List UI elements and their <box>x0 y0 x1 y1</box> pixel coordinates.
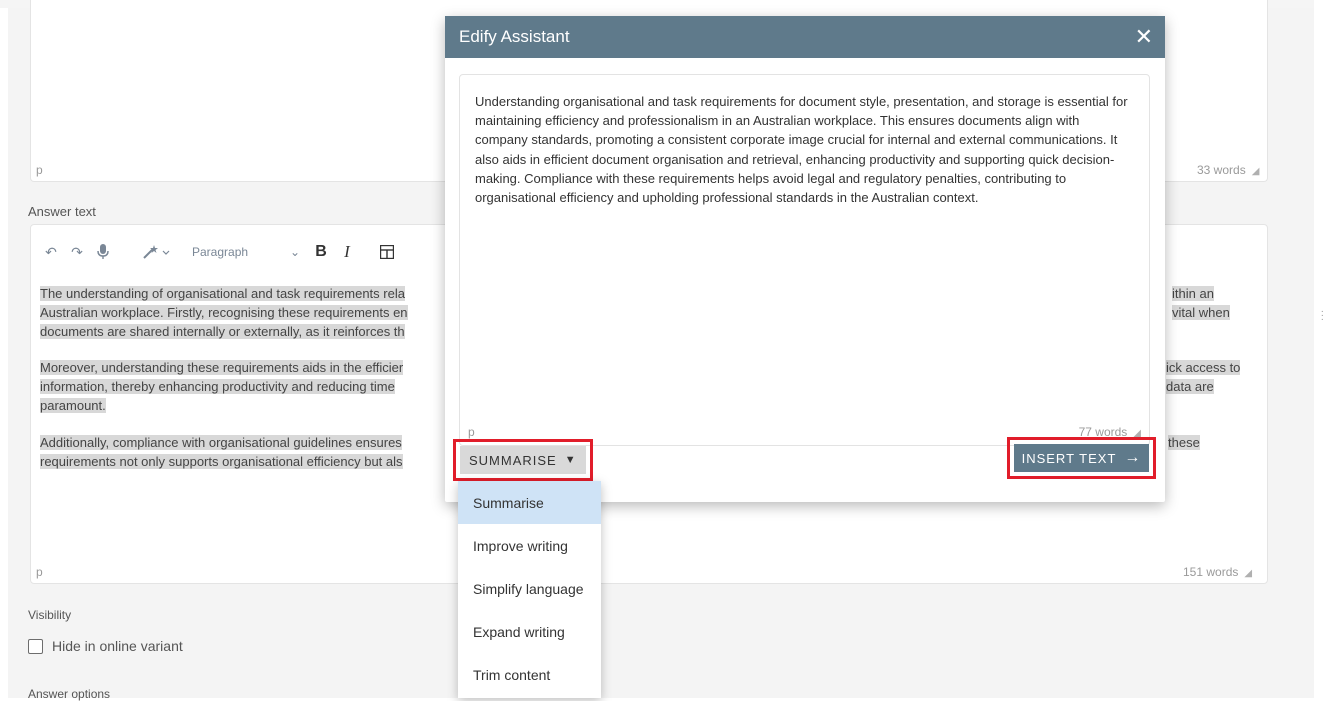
answer-editor-path: p <box>36 565 43 579</box>
italic-button[interactable]: I <box>334 238 360 266</box>
menu-item-simplify-language[interactable]: Simplify language <box>458 567 601 610</box>
question-editor-word-count: 33 words ◢ <box>1197 163 1260 177</box>
hide-online-label[interactable]: Hide in online variant <box>52 638 183 654</box>
insert-text-button[interactable]: INSERT TEXT → <box>1014 444 1149 472</box>
summarise-dropdown-button[interactable]: SUMMARISE ▼ <box>460 446 586 474</box>
answer-editor-word-count: 151 words ◢ <box>1183 565 1253 579</box>
menu-item-summarise[interactable]: Summarise <box>458 481 601 524</box>
paragraph-format-select[interactable]: Paragraph ⌄ <box>192 245 300 259</box>
answer-text-label: Answer text <box>28 204 96 219</box>
microphone-icon[interactable] <box>90 238 116 266</box>
answer-paragraph-1-tail: ithin an vital when <box>1172 286 1230 320</box>
resize-grip-icon[interactable]: ◢ <box>1252 166 1260 177</box>
assistant-text-editor[interactable]: Understanding organisational and task re… <box>459 74 1150 446</box>
assistant-text-body[interactable]: Understanding organisational and task re… <box>460 75 1149 207</box>
insert-text-highlight: INSERT TEXT → <box>1007 437 1156 479</box>
undo-icon[interactable]: ↶ <box>38 238 64 266</box>
edify-assistant-dialog: Edify Assistant ✕ Understanding organisa… <box>445 16 1165 502</box>
dialog-title: Edify Assistant <box>459 27 570 46</box>
answer-paragraph-2-tail: ick access to data are <box>1166 360 1241 394</box>
close-icon[interactable]: ✕ <box>1135 26 1153 48</box>
scrollbar[interactable]: · · · <box>1314 0 1330 698</box>
visibility-label: Visibility <box>28 608 72 622</box>
answer-toolbar: ↶ ↷ Paragraph ⌄ B I <box>30 236 400 268</box>
action-dropdown-menu: Summarise Improve writing Simplify langu… <box>458 481 601 698</box>
magic-wand-icon[interactable] <box>138 238 176 266</box>
redo-icon[interactable]: ↷ <box>64 238 90 266</box>
bold-button[interactable]: B <box>308 238 334 266</box>
menu-item-improve-writing[interactable]: Improve writing <box>458 524 601 567</box>
scroll-grip-icon[interactable]: · · · <box>1321 307 1324 325</box>
answer-options-label: Answer options <box>28 687 111 701</box>
question-editor-path: p <box>36 163 43 177</box>
answer-paragraph-3-tail: these <box>1168 435 1200 450</box>
resize-grip-icon[interactable]: ◢ <box>1244 568 1252 579</box>
summarise-highlight: SUMMARISE ▼ <box>453 439 593 481</box>
table-icon[interactable] <box>374 238 400 266</box>
chevron-down-icon: ▼ <box>564 454 577 466</box>
dialog-header: Edify Assistant ✕ <box>445 16 1165 58</box>
menu-item-trim-content[interactable]: Trim content <box>458 653 601 696</box>
menu-item-expand-writing[interactable]: Expand writing <box>458 610 601 653</box>
assistant-editor-path: p <box>468 425 475 439</box>
chevron-down-icon: ⌄ <box>289 245 300 259</box>
arrow-right-icon: → <box>1124 449 1142 466</box>
hide-online-checkbox[interactable] <box>28 639 43 654</box>
